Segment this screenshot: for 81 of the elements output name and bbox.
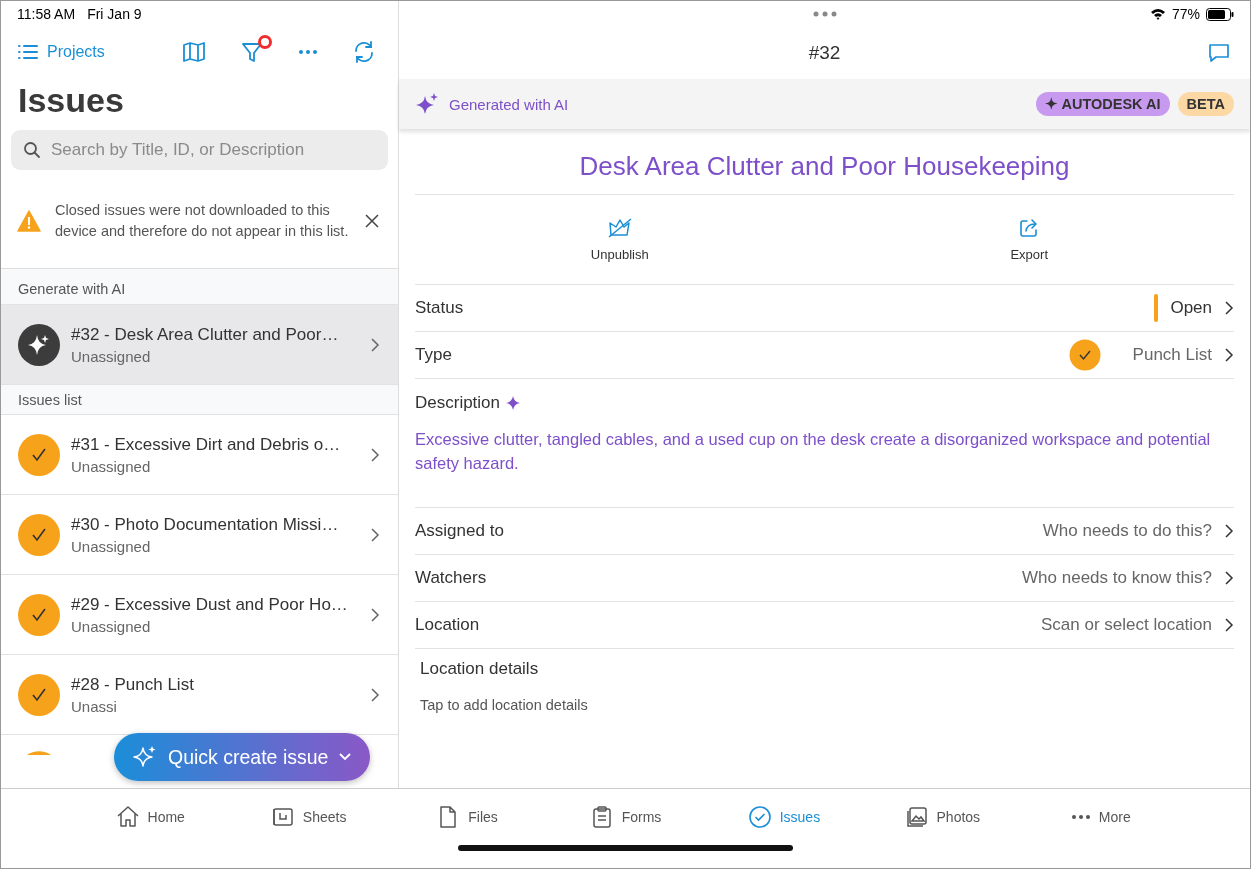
tab-bar-item[interactable]: More (1021, 809, 1180, 825)
sparkle-icon (132, 744, 158, 770)
chevron-right-icon (370, 606, 380, 623)
export-button[interactable]: Export (824, 195, 1234, 284)
quick-create-button[interactable]: Quick create issue (114, 733, 371, 781)
tab-bar-item[interactable]: Issues (704, 805, 864, 829)
projects-link[interactable]: Projects (17, 43, 105, 61)
field-row[interactable]: Watchers Who needs to know this? (415, 555, 1234, 602)
chevron-right-icon (1224, 617, 1234, 633)
sparkle-avatar-icon (17, 322, 61, 367)
status-time: 11:58 AM (17, 6, 76, 22)
page-title: Issues (18, 81, 125, 120)
issue-title: #30 - Photo Documentation Missi… (71, 514, 340, 535)
description-text: Excessive clutter, tangled cables, and a used cup on the desk create a disorganized workspace and potential safety hazard. (415, 429, 1212, 474)
section-heading: Issues list (1, 385, 398, 415)
issue-assignee: Unassigned (71, 617, 151, 635)
tab-bar-item[interactable]: Forms (546, 805, 705, 829)
unpublish-icon (606, 217, 633, 239)
ai-badge: ✦ AUTODESK AI (1036, 92, 1170, 116)
issue-title: #28 - Punch List (71, 674, 195, 695)
more-icon[interactable] (298, 49, 318, 55)
chevron-right-icon (1224, 570, 1234, 586)
check-avatar-icon (17, 672, 61, 717)
field-row[interactable]: Type Punch List (415, 332, 1234, 379)
issue-number: #32 (808, 42, 841, 64)
issue-list-item[interactable]: #32 - Desk Area Clutter and Poor… Unassigned (1, 305, 398, 385)
chevron-right-icon (1224, 347, 1234, 363)
field-row[interactable]: Status Open (415, 285, 1234, 332)
sparkle-icon (506, 396, 521, 410)
issue-assignee: Unassi (71, 697, 117, 715)
issue-assignee: Unassigned (71, 457, 151, 475)
battery-icon (1206, 7, 1234, 21)
chevron-right-icon (370, 526, 380, 543)
battery-percent: 77% (1171, 6, 1200, 22)
ai-badge: BETA (1177, 92, 1234, 116)
chevron-right-icon (370, 686, 380, 703)
issue-assignee: Unassigned (71, 537, 151, 555)
check-avatar-icon (17, 512, 61, 557)
chevron-right-icon (370, 336, 380, 353)
notice-text: Closed issues were not downloaded to this device and therefore do not appear in this list. (55, 201, 350, 241)
field-row[interactable]: Assigned to Who needs to do this? (415, 508, 1234, 555)
tab-bar-item[interactable]: Photos (863, 805, 1022, 829)
chevron-right-icon (370, 446, 380, 463)
field-label: Description (415, 393, 501, 413)
search-field[interactable]: Search by Title, ID, or Description (11, 130, 388, 170)
list-icon (17, 43, 39, 61)
unpublish-button[interactable]: Unpublish (415, 195, 825, 284)
photos-icon (904, 805, 929, 829)
check-avatar-icon (1068, 339, 1101, 371)
close-icon[interactable] (364, 213, 380, 229)
check-avatar-icon (17, 592, 61, 637)
refresh-icon[interactable] (352, 40, 376, 64)
issue-title: #29 - Excessive Dust and Poor Ho… (71, 594, 349, 615)
field-label: Location details (420, 659, 539, 679)
warning-icon (17, 210, 41, 232)
location-details-hint[interactable]: Tap to add location details (420, 697, 588, 713)
sheets-icon (270, 805, 295, 829)
home-icon (115, 805, 140, 829)
section-heading: Generate with AI (1, 269, 398, 305)
chevron-down-icon (338, 752, 353, 762)
issue-heading: Desk Area Clutter and Poor Housekeeping (415, 129, 1234, 195)
check-avatar-icon (17, 432, 61, 477)
field-row[interactable]: Location Scan or select location (415, 602, 1234, 649)
chevron-right-icon (1224, 300, 1234, 316)
tab-bar-item[interactable]: Sheets (229, 805, 388, 829)
multitask-dots-icon[interactable] (812, 11, 837, 17)
issue-title: #31 - Excessive Dirt and Debris o… (71, 434, 342, 455)
tab-bar-item[interactable]: Files (387, 805, 547, 829)
chevron-right-icon (1224, 523, 1234, 539)
tab-bar-item[interactable]: Home (71, 805, 230, 829)
issue-assignee: Unassigned (71, 347, 151, 365)
map-icon[interactable] (182, 41, 206, 63)
more-icon (1070, 814, 1091, 820)
comment-icon[interactable] (1208, 43, 1230, 63)
check-circle-icon (747, 805, 772, 829)
ai-label: Generated with AI (449, 95, 569, 113)
issue-title: #32 - Desk Area Clutter and Poor… (71, 324, 340, 345)
search-icon (23, 141, 41, 159)
wifi-icon (1149, 8, 1166, 20)
status-indicator (1154, 294, 1159, 322)
status-date: Fri Jan 9 (87, 6, 142, 22)
